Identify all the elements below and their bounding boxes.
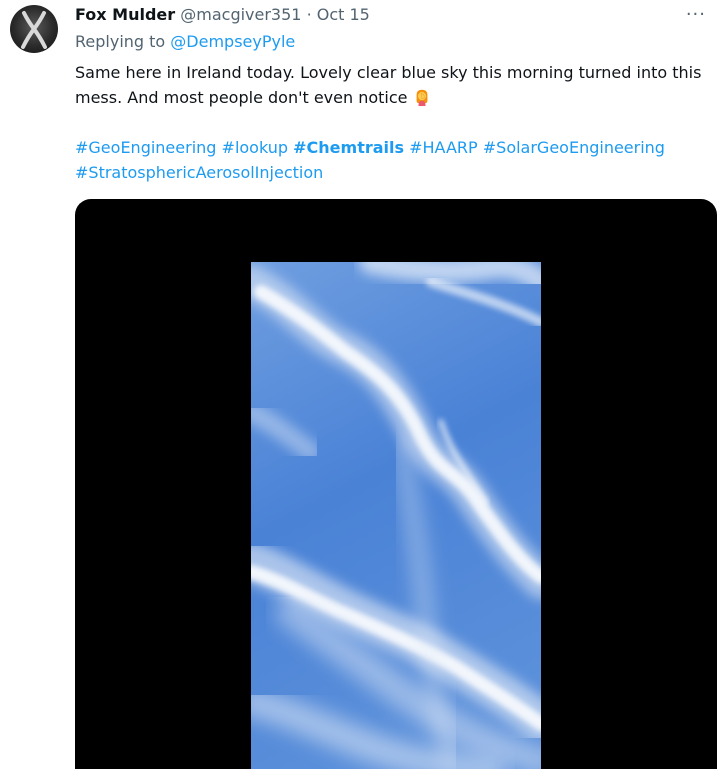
hashtag-link[interactable]: #Chemtrails: [293, 138, 404, 157]
hashtag-link[interactable]: #StratosphericAerosolInjection: [75, 163, 323, 182]
more-options-icon[interactable]: ···: [686, 4, 706, 25]
tweet-date[interactable]: Oct 15: [317, 5, 370, 24]
tweet-body: Same here in Ireland today. Lovely clear…: [75, 60, 705, 185]
separator-dot: ·: [306, 5, 312, 24]
hashtag-line: #GeoEngineering #lookup #Chemtrails #HAA…: [75, 135, 705, 185]
hashtag-link[interactable]: #SolarGeoEngineering: [483, 138, 665, 157]
hashtag-link[interactable]: #GeoEngineering: [75, 138, 216, 157]
woman-facepalming-icon: [416, 89, 428, 106]
avatar[interactable]: [10, 5, 58, 53]
author-handle[interactable]: @macgiver351: [180, 5, 301, 24]
sky-with-contrails-image: [251, 262, 541, 769]
hashtag-link[interactable]: #HAARP: [409, 138, 478, 157]
tweet-text: Same here in Ireland today. Lovely clear…: [75, 63, 702, 107]
tweet-text-paragraph: Same here in Ireland today. Lovely clear…: [75, 60, 705, 110]
tweet-header: Fox Mulder @macgiver351 · Oct 15: [75, 4, 370, 26]
hashtag-link[interactable]: #lookup: [222, 138, 289, 157]
replying-to-link[interactable]: @DempseyPyle: [170, 32, 295, 51]
replying-prefix: Replying to: [75, 32, 166, 51]
x-files-logo-icon: [21, 11, 47, 49]
video-player[interactable]: [75, 199, 717, 769]
replying-to: Replying to @DempseyPyle: [75, 31, 295, 53]
video-frame[interactable]: [251, 262, 541, 769]
author-name[interactable]: Fox Mulder: [75, 5, 175, 24]
